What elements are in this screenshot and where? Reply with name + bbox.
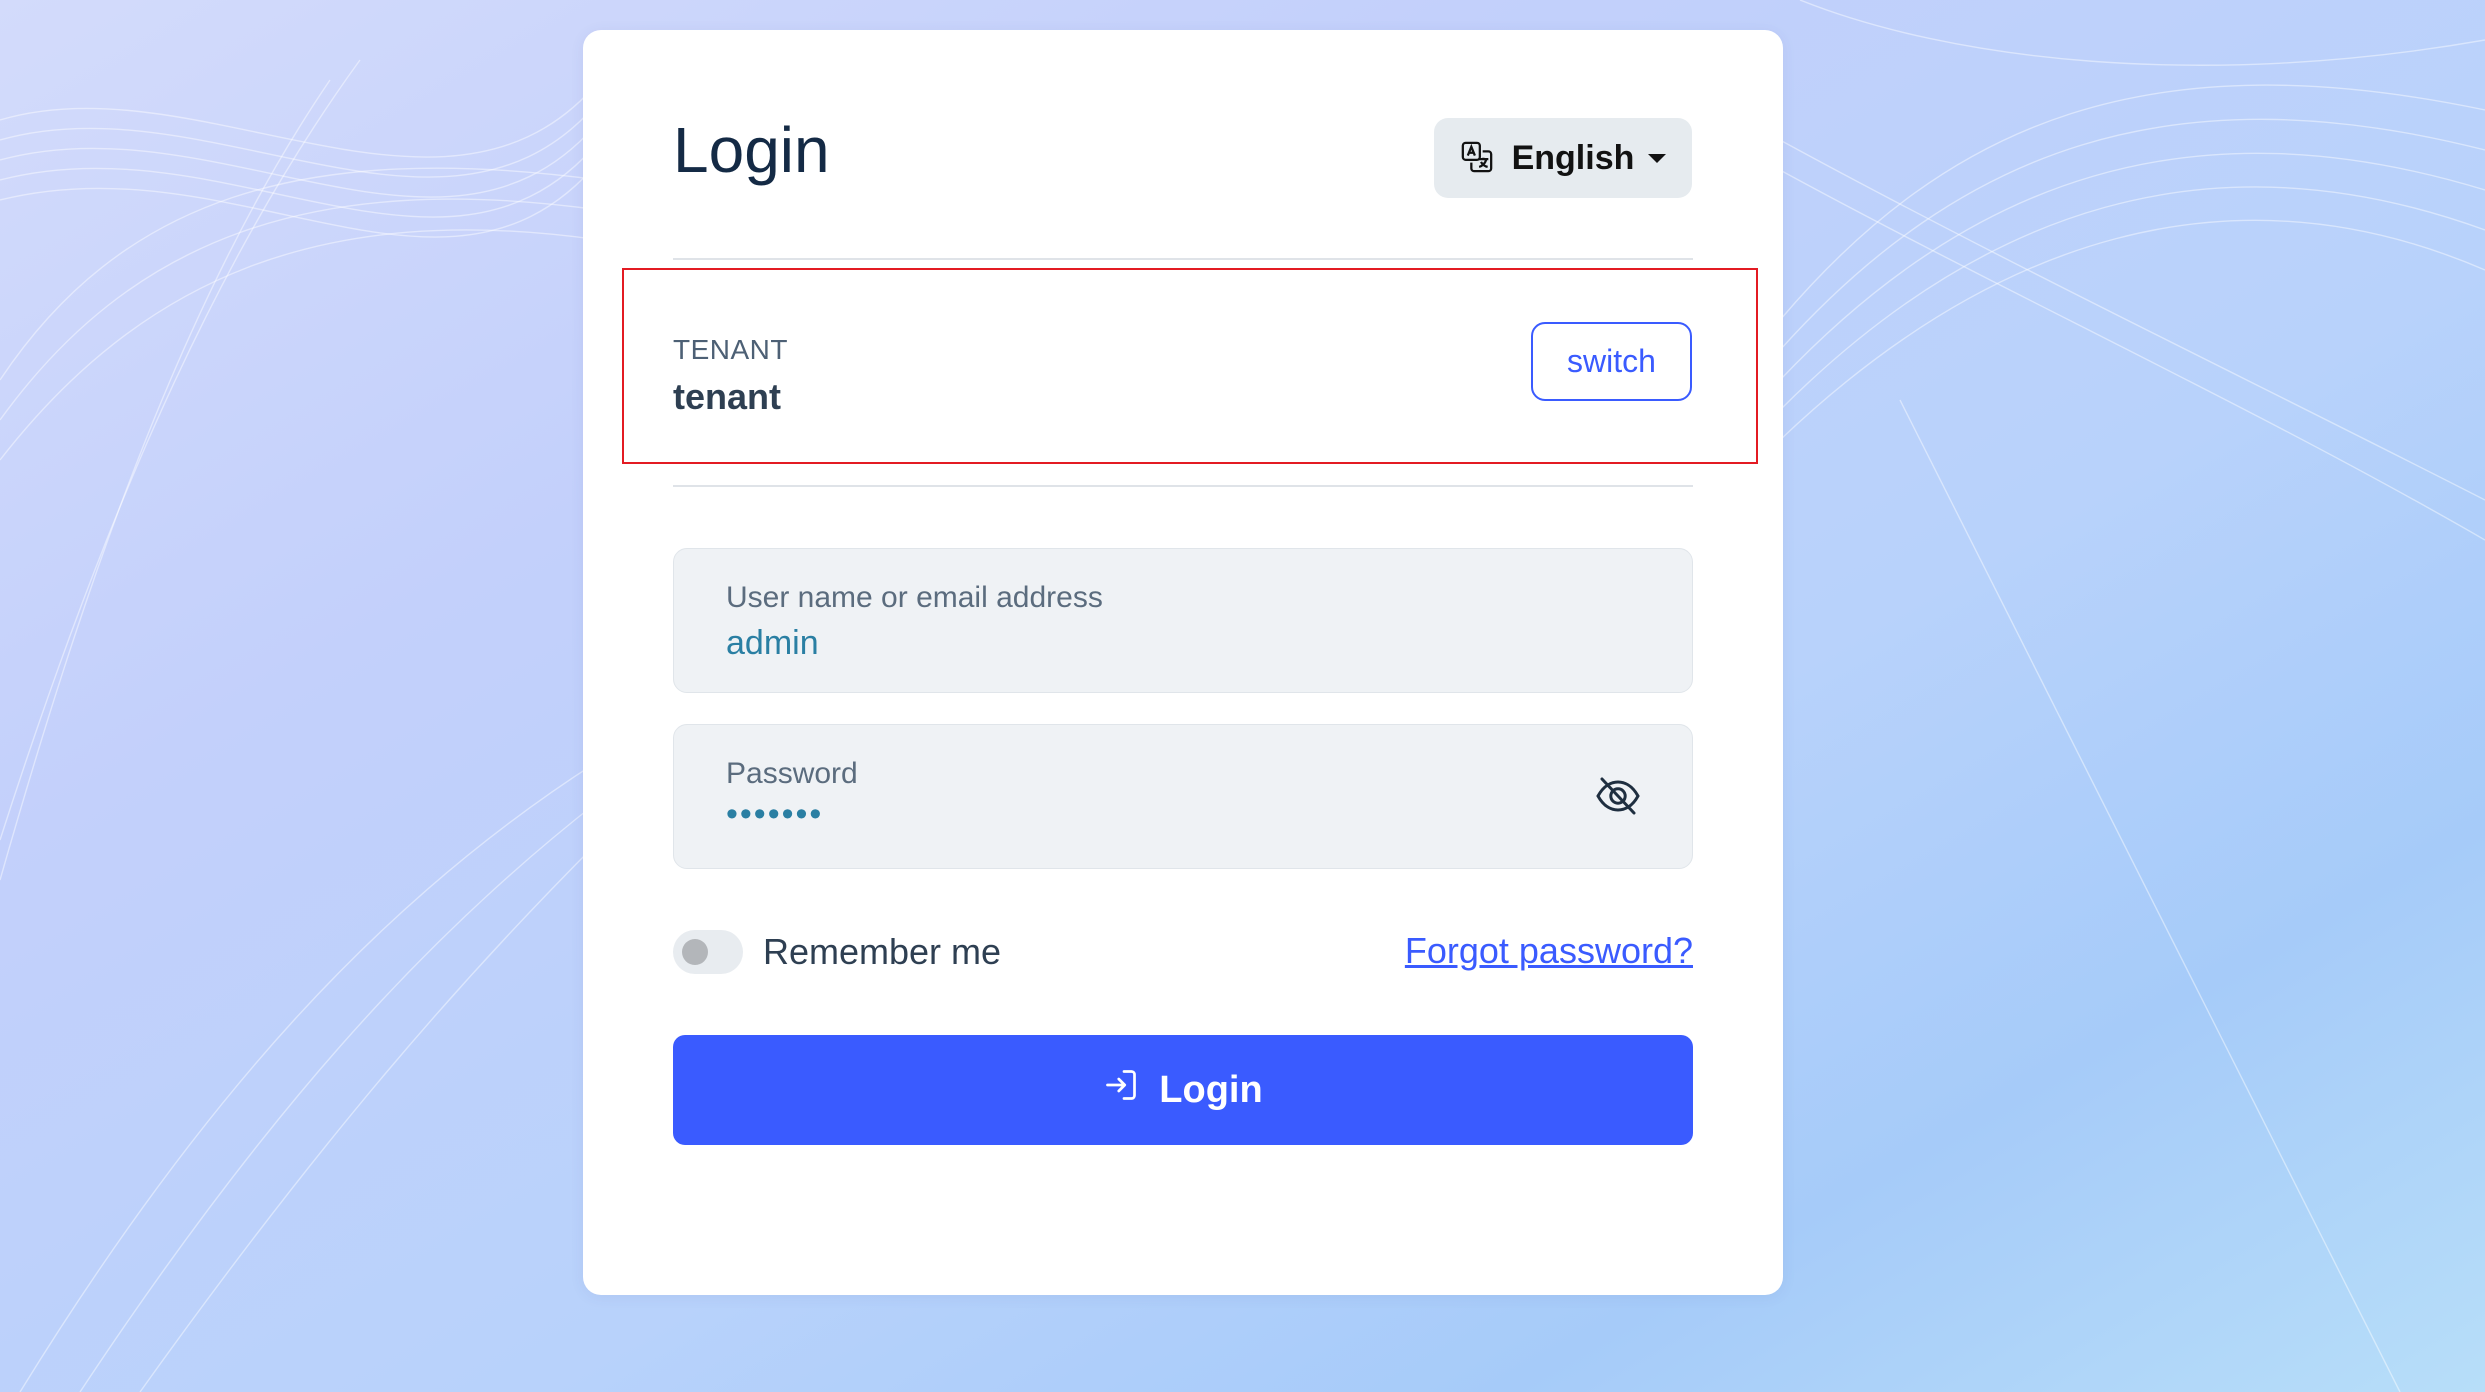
toggle-knob (682, 939, 708, 965)
tenant-caption: TENANT (673, 334, 788, 365)
username-field[interactable]: User name or email address (673, 548, 1693, 693)
forgot-password-link[interactable]: Forgot password? (1405, 930, 1693, 972)
password-label: Password (726, 757, 858, 790)
translate-icon (1460, 140, 1494, 177)
eye-slash-icon[interactable] (1594, 775, 1642, 817)
username-label: User name or email address (726, 581, 1103, 614)
divider (673, 485, 1693, 487)
login-card: Login English TENANT tenant switch User … (583, 30, 1783, 1295)
remember-me-label[interactable]: Remember me (763, 931, 1001, 973)
chevron-down-icon (1648, 153, 1667, 163)
remember-me-toggle[interactable] (673, 930, 743, 974)
login-button[interactable]: Login (673, 1035, 1693, 1145)
username-input[interactable] (726, 624, 1626, 663)
remember-me: Remember me (673, 930, 1001, 974)
divider (673, 258, 1693, 260)
login-button-label: Login (1159, 1068, 1263, 1111)
language-label: English (1511, 138, 1635, 177)
password-field[interactable]: Password ••••••• (673, 724, 1693, 869)
tenant-name: tenant (673, 376, 781, 417)
password-input[interactable]: ••••••• (726, 795, 1626, 834)
sign-in-icon (1103, 1067, 1139, 1113)
switch-tenant-button[interactable]: switch (1531, 322, 1692, 401)
page-title: Login (673, 114, 830, 186)
language-selector-button[interactable]: English (1434, 118, 1692, 198)
